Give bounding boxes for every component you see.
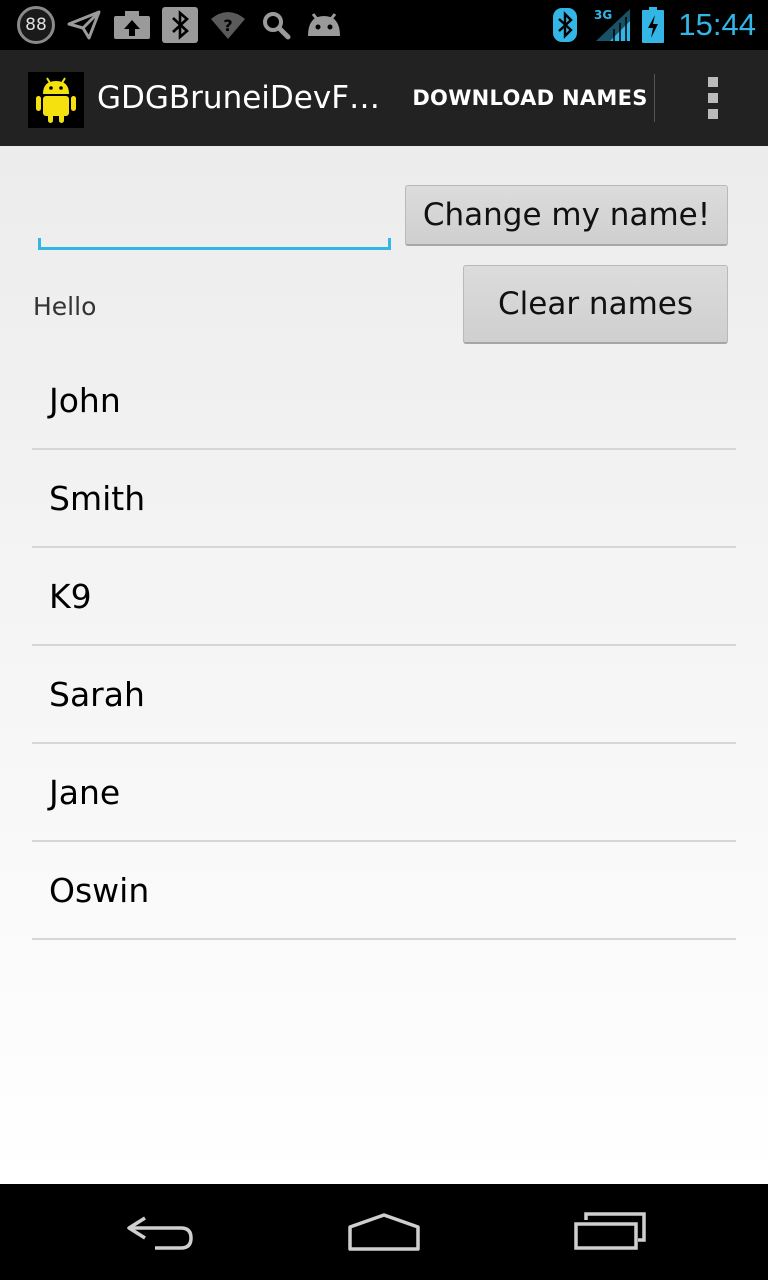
bluetooth-icon	[552, 0, 578, 50]
clock: 15:44	[678, 7, 756, 42]
action-bar-divider	[654, 74, 655, 122]
back-icon[interactable]	[100, 1184, 220, 1280]
app-title: GDGBruneiDevF…	[97, 80, 381, 116]
list-item[interactable]: Jane	[32, 744, 736, 842]
names-list: John Smith K9 Sarah Jane Oswin	[32, 352, 736, 940]
list-item[interactable]: K9	[32, 548, 736, 646]
svg-text:3G: 3G	[594, 8, 612, 22]
notification-badge: 88	[17, 6, 55, 44]
android-robot-icon[interactable]	[28, 72, 84, 128]
main-content: Change my name! Hello Clear names John S…	[0, 146, 768, 1184]
change-name-button[interactable]: Change my name!	[405, 185, 728, 246]
battery-charging-icon	[640, 0, 666, 50]
android-head-icon	[304, 0, 344, 50]
clear-names-button[interactable]: Clear names	[463, 265, 728, 344]
greeting-text: Hello	[33, 292, 97, 321]
action-bar: GDGBruneiDevF… DOWNLOAD NAMES	[0, 50, 768, 146]
wifi-question-icon: ?	[208, 0, 248, 50]
send-icon	[66, 0, 102, 50]
navigation-bar	[0, 1184, 768, 1280]
bluetooth-icon	[161, 0, 199, 50]
signal-3g-icon: 3G	[592, 0, 632, 50]
upload-icon	[112, 0, 152, 50]
search-icon	[258, 0, 294, 50]
status-bar: 88 ? 3G 15:44	[0, 0, 768, 50]
overflow-menu-icon[interactable]	[690, 50, 736, 146]
list-item[interactable]: Smith	[32, 450, 736, 548]
list-item[interactable]: John	[32, 352, 736, 450]
home-icon[interactable]	[324, 1184, 444, 1280]
svg-text:?: ?	[223, 16, 232, 35]
name-input[interactable]	[38, 188, 391, 250]
download-names-button[interactable]: DOWNLOAD NAMES	[405, 50, 655, 146]
list-item[interactable]: Sarah	[32, 646, 736, 744]
recent-apps-icon[interactable]	[550, 1184, 670, 1280]
list-item[interactable]: Oswin	[32, 842, 736, 940]
notification-88-icon: 88	[16, 0, 56, 50]
